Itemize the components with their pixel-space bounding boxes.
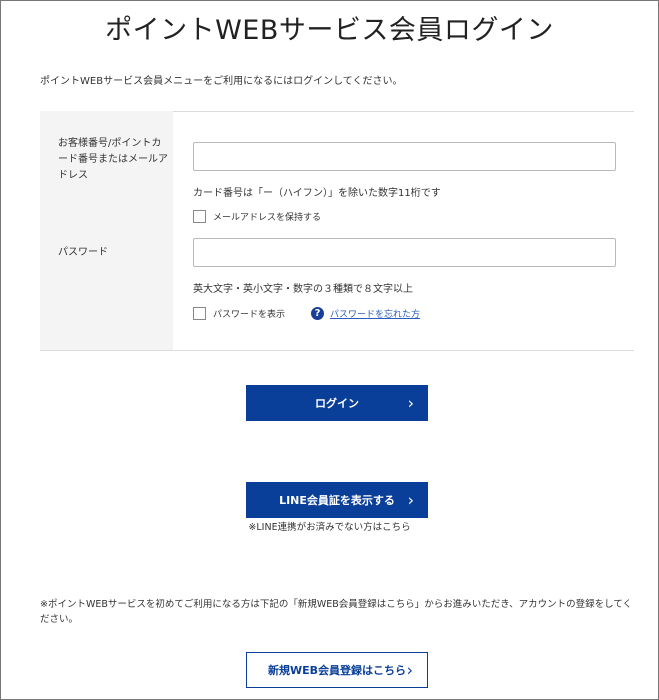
login-button[interactable]: ログイン › [246,385,428,421]
chevron-right-icon: › [406,660,413,680]
first-time-note: ※ポイントWEBサービスを初めてご利用になる方は下記の「新規WEB会員登録はこち… [40,599,633,625]
id-field-label: お客様番号/ポイントカード番号またはメールアドレス [58,138,168,181]
register-button[interactable]: 新規WEB会員登録はこちら › [246,652,428,688]
show-password-checkbox-row[interactable]: パスワードを表示 [193,307,285,320]
register-button-label: 新規WEB会員登録はこちら [267,664,407,677]
line-card-button[interactable]: LINE会員証を表示する › [246,482,428,518]
form-bottom-divider [40,350,634,351]
show-password-checkbox[interactable] [193,307,206,320]
show-password-label: パスワードを表示 [213,310,286,320]
intro-text: ポイントWEBサービス会員メニューをご利用になるにはログインしてください。 [40,76,403,87]
forgot-password-link[interactable]: ? パスワードを忘れた方 [311,307,420,320]
question-circle-icon: ? [311,307,324,320]
page-title: ポイントWEBサービス会員ログイン [105,15,554,46]
line-link-note[interactable]: ※LINE連携がお済みでない方はこちら [0,519,659,533]
remember-email-label: メールアドレスを保持する [213,213,322,223]
line-card-button-label: LINE会員証を表示する [279,494,395,507]
remember-email-checkbox[interactable] [193,210,206,223]
login-button-label: ログイン [315,397,359,410]
id-hint: カード番号は「ー（ハイフン）」を除いた数字11桁です [193,188,441,199]
chevron-right-icon: › [407,393,414,413]
password-input[interactable] [193,238,616,267]
forgot-password-text[interactable]: パスワードを忘れた方 [330,307,420,320]
remember-email-checkbox-row[interactable]: メールアドレスを保持する [193,210,321,223]
chevron-right-icon: › [407,490,414,510]
id-input[interactable] [193,142,616,171]
password-field-label: パスワード [58,247,108,258]
password-hint: 英大文字・英小文字・数字の３種類で８文字以上 [193,284,413,295]
